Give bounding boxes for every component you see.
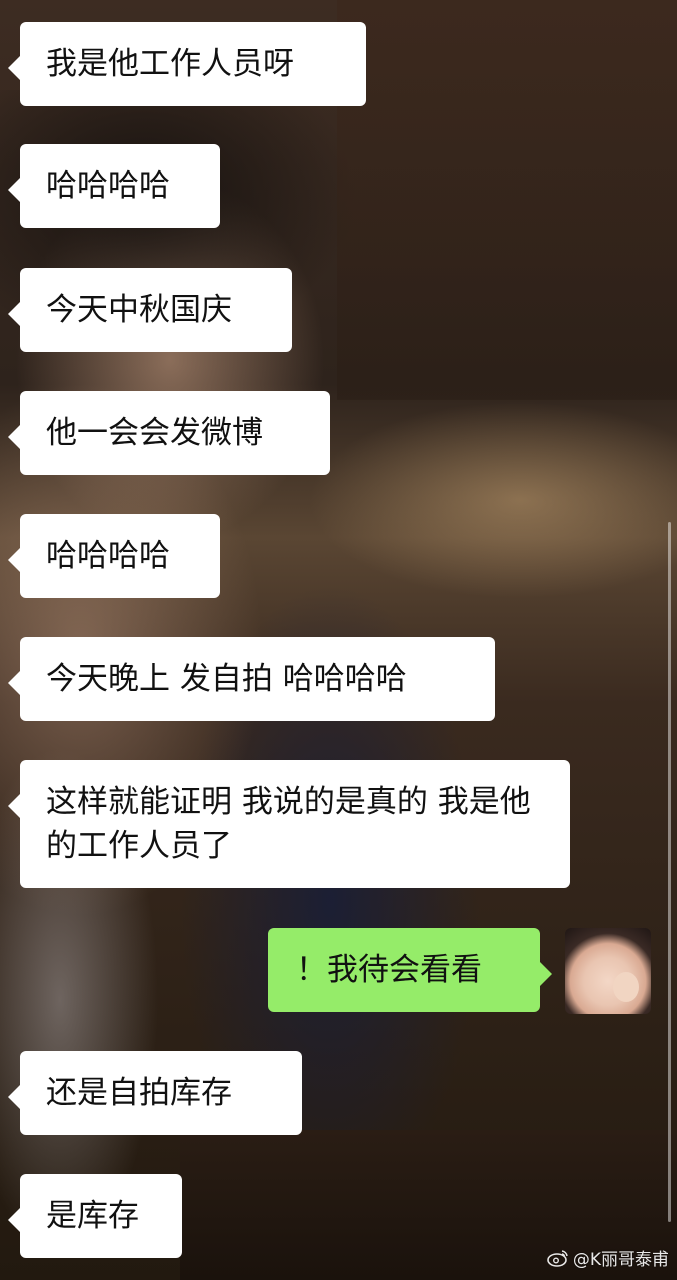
message-text: 今天晚上 发自拍 哈哈哈哈	[46, 661, 407, 697]
scrollbar[interactable]	[668, 522, 671, 1222]
message-text: 哈哈哈哈	[46, 168, 170, 204]
message-text: 今天中秋国庆	[46, 292, 232, 328]
message-text: 还是自拍库存	[46, 1075, 232, 1111]
message-bubble-6[interactable]: 今天晚上 发自拍 哈哈哈哈	[8, 637, 495, 721]
my-avatar[interactable]	[565, 928, 651, 1014]
message-bubble-4[interactable]: 他一会会发微博	[8, 391, 330, 475]
avatar-hand-shape	[613, 972, 639, 1002]
weibo-watermark: @K丽哥泰甫	[547, 1245, 669, 1270]
message-bubble-9[interactable]: 还是自拍库存	[8, 1051, 302, 1135]
message-bubble-3[interactable]: 今天中秋国庆	[8, 268, 292, 352]
message-text: ！我待会看看	[296, 952, 482, 988]
weibo-icon	[547, 1249, 568, 1267]
message-text: 我是他工作人员呀	[46, 46, 294, 82]
message-bubble-7[interactable]: 这样就能证明 我说的是真的 我是他的工作人员了	[8, 760, 570, 888]
message-bubble-2[interactable]: 哈哈哈哈	[8, 144, 220, 228]
message-bubble-8-outgoing[interactable]: ！我待会看看	[268, 928, 552, 1012]
watermark-text: @K丽哥泰甫	[572, 1250, 669, 1270]
message-bubble-1[interactable]: 我是他工作人员呀	[8, 22, 366, 106]
message-bubble-10[interactable]: 是库存	[8, 1174, 182, 1258]
message-bubble-5[interactable]: 哈哈哈哈	[8, 514, 220, 598]
background-wall-shape	[337, 0, 677, 400]
message-text: 哈哈哈哈	[46, 538, 170, 574]
message-text: 是库存	[46, 1198, 139, 1234]
message-text: 这样就能证明 我说的是真的 我是他的工作人员了	[46, 784, 531, 864]
message-text: 他一会会发微博	[46, 415, 263, 451]
